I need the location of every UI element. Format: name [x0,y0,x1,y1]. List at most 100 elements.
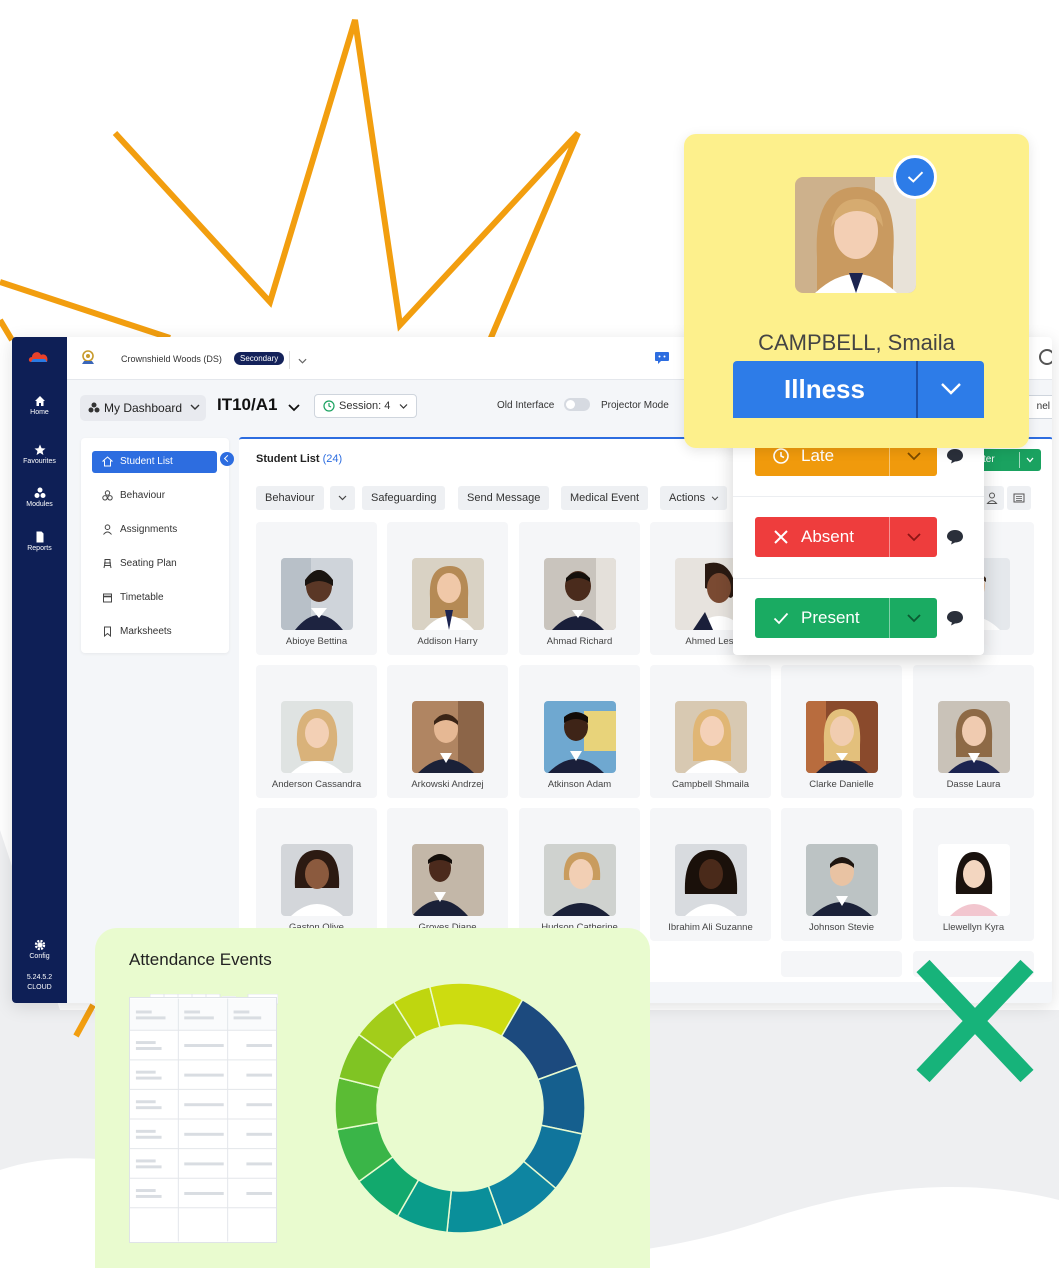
filter-button-label: ter [983,454,995,465]
green-cross-graphic [916,959,1034,1083]
action-label: Safeguarding [371,492,437,504]
attendance-events-title: Attendance Events [129,950,272,969]
nav-item-student-list[interactable]: Student List [92,451,217,473]
safeguarding-button[interactable]: Safeguarding [362,486,446,510]
student-tile[interactable]: Dasse Laura [913,665,1034,798]
class-selector-chevron-icon[interactable] [288,403,300,412]
nav-item-assignments[interactable]: Assignments [92,519,217,541]
chevron-down-icon [907,614,921,623]
rail-reports[interactable]: Reports [12,531,67,552]
gear-icon [34,939,45,951]
modules-icon [88,402,100,413]
attendance-events-card: Attendance Events [95,928,650,1268]
rail-config[interactable]: Config [12,939,67,960]
version-number: 5.24.5.2 [26,974,53,981]
my-dashboard-dropdown[interactable]: My Dashboard [80,395,207,421]
student-tile[interactable]: Clarke Danielle [781,665,902,798]
old-interface-toggle[interactable] [564,398,590,411]
student-list-title-text: Student List [256,453,320,465]
student-photo [412,558,484,630]
chevron-down-icon [190,404,200,410]
person-icon [103,524,112,535]
rail-config-label: Config [29,953,50,960]
list-icon [1013,493,1025,503]
student-name: Anderson Cassandra [271,779,362,790]
chevron-down-icon [298,358,307,364]
chevron-down-icon [907,533,921,542]
nav-item-marksheets[interactable]: Marksheets [92,621,217,643]
student-tile[interactable]: Addison Harry [387,522,508,655]
student-name: Ibrahim Ali Suzanne [668,922,753,933]
student-photo [412,701,484,773]
rail-home[interactable]: Home [12,395,67,416]
chevron-down-icon [399,404,408,409]
medical-event-button[interactable]: Medical Event [561,486,649,510]
chevron-down-icon [907,452,921,461]
session-dropdown[interactable]: Session: 4 [314,394,418,418]
student-tile[interactable]: Llewellyn Kyra [913,808,1034,941]
student-tile[interactable]: Hudson Catherine [519,808,640,941]
comment-icon[interactable] [946,448,964,464]
attendance-mark-select[interactable]: Illness [733,361,984,418]
student-tile[interactable]: Anderson Cassandra [256,665,377,798]
actions-dropdown[interactable]: Actions [660,486,728,510]
seat-icon [103,559,112,569]
chevron-down-icon [1026,457,1034,463]
student-tile[interactable]: Gaston Olive [256,808,377,941]
home-icon [34,396,45,406]
present-option[interactable]: Present [755,598,937,638]
student-name: Addison Harry [417,636,478,647]
nav-item-seating-plan[interactable]: Seating Plan [92,553,217,575]
rail-favourites[interactable]: Favourites [12,444,67,465]
student-tile[interactable]: Ibrahim Ali Suzanne [650,808,771,941]
list-view-button[interactable] [1007,486,1031,510]
nav-item-label: Seating Plan [120,558,177,569]
chevron-down-icon [338,495,347,501]
nav-item-label: Marksheets [120,626,172,637]
student-tile[interactable]: Johnson Stevie [781,808,902,941]
cloud-logo-icon[interactable] [28,349,50,363]
absent-dropdown-toggle[interactable] [889,517,937,557]
present-dropdown-toggle[interactable] [889,598,937,638]
attendance-donut-chart [334,982,586,1234]
chevron-down-icon[interactable] [940,382,962,396]
nav-item-label: Assignments [120,524,178,535]
nav-item-timetable[interactable]: Timetable [92,587,217,609]
modules-icon [34,487,45,498]
student-photo [281,844,353,916]
comment-icon[interactable] [946,610,964,626]
comment-icon[interactable] [946,529,964,545]
absent-option[interactable]: Absent [755,517,937,557]
action-label: Medical Event [570,492,640,504]
user-avatar[interactable] [1039,349,1052,365]
nav-item-behaviour[interactable]: Behaviour [92,485,217,507]
student-tile[interactable]: Arkowski Andrzej [387,665,508,798]
left-rail: Home Favourites Modules Reports Config 5… [12,337,67,1003]
student-photo [281,701,353,773]
action-label: Actions [669,492,706,504]
session-label: Session: 4 [339,400,391,412]
student-tile[interactable]: Atkinson Adam [519,665,640,798]
collapse-nav-button[interactable] [220,452,234,466]
nav-item-label: Student List [120,456,173,467]
student-tile [781,951,902,977]
school-selector-dropdown[interactable] [289,351,313,369]
student-tile[interactable]: Ahmad Richard [519,522,640,655]
student-tile[interactable]: Campbell Shmaila [650,665,771,798]
send-message-button[interactable]: Send Message [458,486,550,510]
deployment-label: CLOUD [27,984,52,991]
student-photo [675,701,747,773]
chat-icon[interactable] [654,351,670,365]
action-label: Send Message [467,492,541,504]
behaviour-action-dropdown[interactable] [330,486,355,510]
selected-mark-label: Illness [784,374,865,404]
rail-modules[interactable]: Modules [12,487,67,508]
my-dashboard-label: My Dashboard [104,401,183,415]
behaviour-action-button[interactable]: Behaviour [256,486,324,510]
student-tile[interactable]: Groves Diane [387,808,508,941]
student-photo [938,701,1010,773]
bookmark-icon [104,626,111,637]
school-type-badge: Secondary [234,352,285,365]
rail-favourites-label: Favourites [23,458,56,465]
student-tile[interactable]: Abioye Bettina [256,522,377,655]
